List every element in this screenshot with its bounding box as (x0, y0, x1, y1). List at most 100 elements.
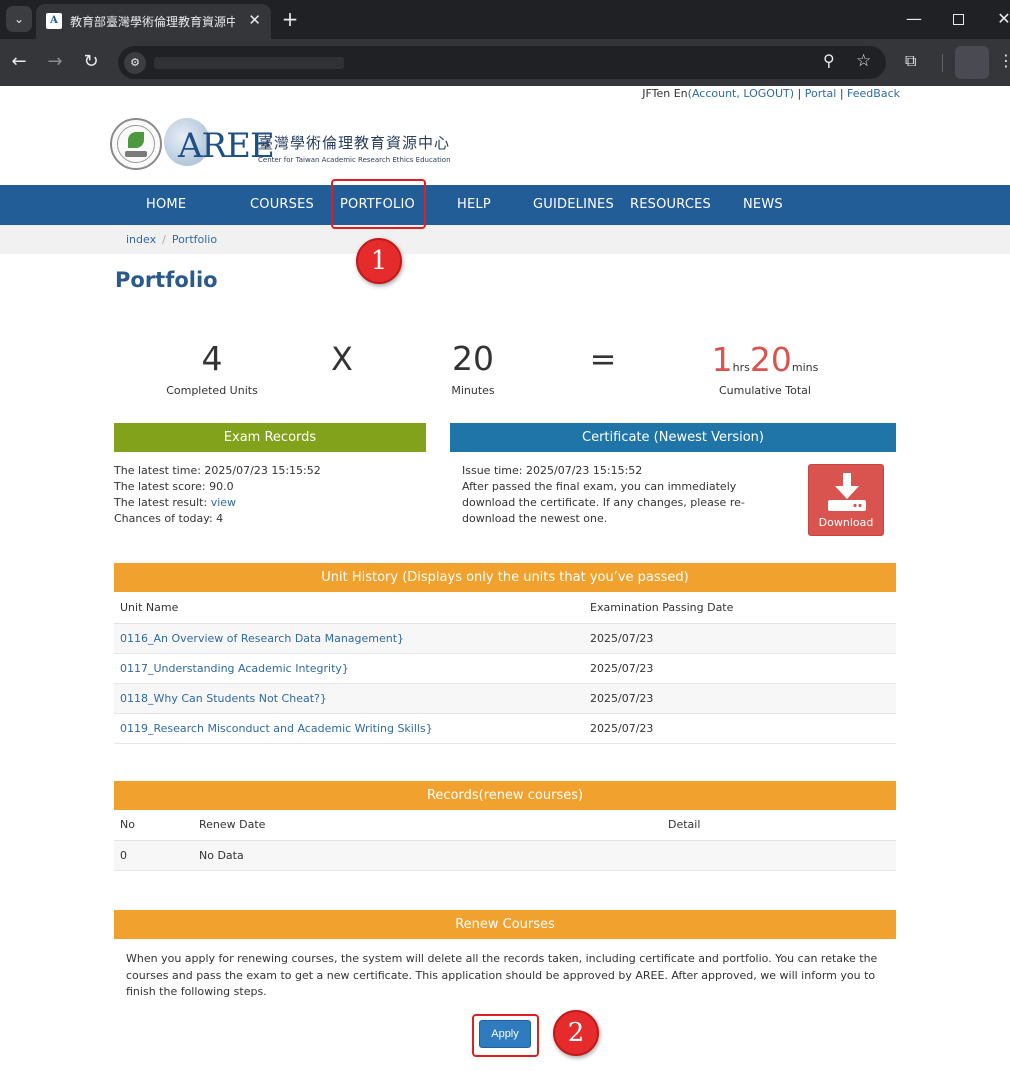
page-title: Portfolio (115, 268, 218, 292)
unit-history-header: Unit History (Displays only the units th… (114, 563, 896, 592)
main-navigation: HOME COURSES PORTFOLIO HELP GUIDELINES R… (0, 185, 1010, 225)
zoom-icon[interactable]: ⚲ (823, 51, 835, 70)
hours-unit: hrs (732, 361, 750, 374)
column-detail: Detail (662, 810, 896, 841)
cumulative-total-label: Cumulative Total (719, 384, 811, 397)
column-renew-date: Renew Date (193, 810, 662, 841)
new-tab-button[interactable]: + (280, 7, 300, 31)
ministry-of-education-seal-icon (110, 118, 162, 170)
breadcrumb: index / Portfolio (0, 225, 1010, 254)
window-close-button[interactable]: ✕ (993, 8, 1010, 30)
breadcrumb-current[interactable]: Portfolio (172, 233, 217, 246)
breadcrumb-separator: / (162, 233, 166, 246)
address-bar[interactable]: ⚙ ⚲ ☆ (118, 46, 886, 79)
portfolio-highlight-box (331, 179, 426, 229)
total-hours: 1 (711, 340, 733, 379)
site-settings-icon[interactable]: ⚙ (124, 52, 146, 74)
back-arrow-icon[interactable]: ← (8, 51, 30, 73)
table-row: 0119_Research Misconduct and Academic Wr… (114, 713, 896, 744)
url-text-redacted[interactable] (154, 57, 344, 69)
passing-date: 2025/07/23 (584, 683, 896, 714)
unit-history-table: Unit Name Examination Passing Date 0116_… (114, 593, 896, 744)
latest-result-label: The latest result: (114, 496, 208, 509)
step-1-badge: 1 (356, 238, 402, 284)
cumulative-total-value: 1hrs20mins (690, 340, 840, 379)
account-link[interactable]: Account (692, 87, 736, 100)
reload-icon[interactable]: ↻ (80, 51, 102, 73)
latest-time: The latest time: 2025/07/23 15:15:52 (114, 464, 321, 477)
minutes-label: Minutes (451, 384, 495, 397)
nav-guidelines[interactable]: GUIDELINES (533, 197, 614, 212)
browser-tab-active[interactable]: A 教育部臺灣學術倫理教育資源中 ✕ (36, 4, 271, 39)
forward-arrow-icon[interactable]: → (44, 51, 66, 73)
window-maximize-button[interactable] (947, 8, 969, 30)
equals-sign: = (589, 340, 617, 378)
unit-link[interactable]: 0116_An Overview of Research Data Manage… (114, 623, 584, 654)
apply-highlight-box (472, 1014, 539, 1057)
passing-date: 2025/07/23 (584, 713, 896, 744)
maximize-icon (952, 14, 964, 25)
download-label: Download (818, 516, 874, 529)
user-bar: JFTen En(Account, LOGOUT) | Portal | Fee… (642, 87, 900, 100)
feedback-link[interactable]: FeedBack (847, 87, 900, 100)
nav-courses[interactable]: COURSES (250, 197, 314, 212)
completed-units-value: 4 (201, 339, 223, 378)
table-row: 0116_An Overview of Research Data Manage… (114, 623, 896, 654)
record-no: 0 (114, 840, 193, 871)
record-detail (662, 840, 896, 871)
portal-link[interactable]: Portal (805, 87, 837, 100)
aree-chinese-name: 臺灣學術倫理教育資源中心 (258, 134, 451, 152)
nav-news[interactable]: NEWS (743, 197, 783, 212)
minutes-unit: mins (791, 361, 819, 374)
table-row: 0117_Understanding Academic Integrity} 2… (114, 653, 896, 684)
extensions-puzzle-icon[interactable]: ⧉ (905, 51, 916, 71)
table-row: 0 No Data (114, 840, 896, 871)
tab-search-button[interactable]: ⌄ (6, 6, 32, 32)
renew-courses-header: Renew Courses (114, 910, 896, 939)
passing-date: 2025/07/23 (584, 653, 896, 684)
latest-score: The latest score: 90.0 (114, 480, 234, 493)
renew-courses-description: When you apply for renewing courses, the… (126, 952, 878, 998)
multiply-sign: X (331, 340, 353, 378)
certificate-header: Certificate (Newest Version) (450, 423, 896, 452)
nav-resources[interactable]: RESOURCES (630, 197, 711, 212)
exam-records-info: The latest time: 2025/07/23 15:15:52 The… (114, 463, 321, 527)
window-minimize-button[interactable]: — (903, 8, 925, 30)
nav-home[interactable]: HOME (146, 197, 186, 212)
completed-units-label: Completed Units (166, 384, 258, 397)
unit-link[interactable]: 0118_Why Can Students Not Cheat?} (114, 683, 584, 714)
aree-english-name: Center for Taiwan Academic Research Ethi… (258, 156, 451, 164)
table-row: 0118_Why Can Students Not Cheat?} 2025/0… (114, 683, 896, 714)
column-no: No (114, 810, 193, 841)
browser-menu-icon[interactable]: ⋮ (998, 51, 1010, 70)
tab-title: 教育部臺灣學術倫理教育資源中 (70, 15, 235, 29)
issue-time: Issue time: 2025/07/23 15:15:52 (462, 464, 643, 477)
minutes-value: 20 (452, 339, 494, 378)
total-minutes: 20 (749, 340, 792, 379)
browser-tab-strip: ⌄ A 教育部臺灣學術倫理教育資源中 ✕ + — ✕ (0, 0, 1010, 39)
unit-link[interactable]: 0119_Research Misconduct and Academic Wr… (114, 713, 584, 744)
download-certificate-button[interactable]: Download (808, 464, 884, 536)
profile-avatar[interactable] (955, 46, 989, 79)
breadcrumb-index[interactable]: index (126, 233, 156, 246)
browser-toolbar: ← → ↻ ⚙ ⚲ ☆ ⧉ ⋮ (0, 39, 1010, 86)
tab-close-icon[interactable]: ✕ (248, 11, 261, 29)
passing-date: 2025/07/23 (584, 623, 896, 654)
table-header-row: Unit Name Examination Passing Date (114, 593, 896, 624)
renew-records-header: Records(renew courses) (114, 781, 896, 810)
site-logo[interactable]: AREE 臺灣學術倫理教育資源中心 Center for Taiwan Acad… (110, 118, 455, 170)
logout-link[interactable]: LOGOUT (743, 87, 789, 100)
unit-link[interactable]: 0117_Understanding Academic Integrity} (114, 653, 584, 684)
toolbar-divider (942, 54, 943, 72)
exam-records-header: Exam Records (114, 423, 426, 452)
column-unit-name: Unit Name (114, 593, 584, 624)
nav-help[interactable]: HELP (457, 197, 491, 212)
view-result-link[interactable]: view (211, 496, 236, 509)
user-name: JFTen En (642, 87, 688, 100)
table-header-row: No Renew Date Detail (114, 810, 896, 841)
download-icon (828, 473, 866, 511)
certificate-info: Issue time: 2025/07/23 15:15:52 After pa… (462, 464, 745, 525)
chances-today: Chances of today: 4 (114, 512, 224, 525)
bookmark-star-icon[interactable]: ☆ (856, 51, 871, 71)
site-favicon-icon: A (46, 13, 62, 29)
